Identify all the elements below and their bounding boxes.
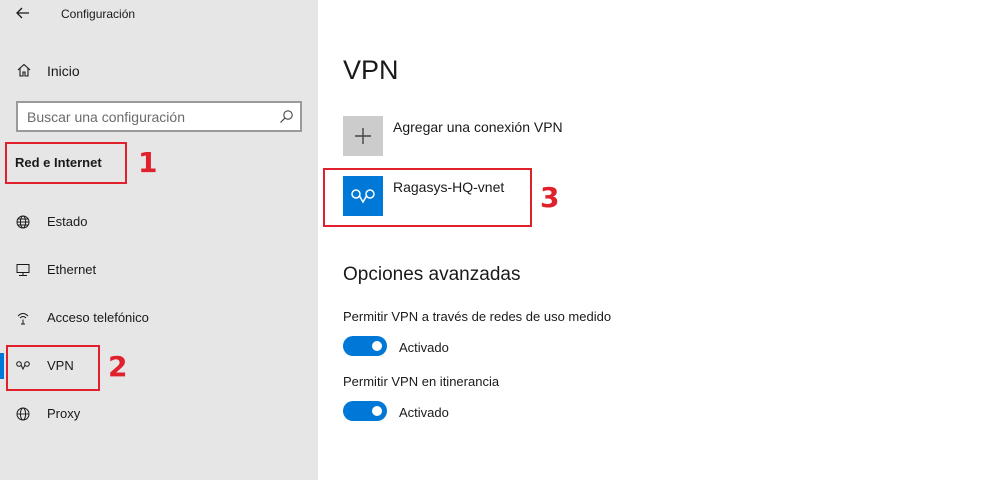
metered-networks-toggle[interactable] xyxy=(343,336,387,356)
metered-toggle-state: Activado xyxy=(399,340,449,355)
option-metered-label: Permitir VPN a través de redes de uso me… xyxy=(343,309,612,324)
nav-home-label: Inicio xyxy=(47,63,80,79)
back-arrow-icon[interactable] xyxy=(14,4,32,22)
app-title: Configuración xyxy=(61,7,136,21)
plus-icon xyxy=(355,128,371,144)
ethernet-icon xyxy=(16,264,30,276)
toggle-knob xyxy=(372,341,382,351)
sidebar-item-estado[interactable]: Estado xyxy=(0,207,318,237)
dialup-icon xyxy=(17,313,29,325)
sidebar-item-label: Estado xyxy=(47,214,88,229)
annotation-box-3 xyxy=(323,168,532,227)
sidebar-item-label: Proxy xyxy=(47,406,81,421)
option-roaming-label: Permitir VPN en itinerancia xyxy=(343,374,500,389)
nav-home[interactable]: Inicio xyxy=(0,58,318,84)
sidebar-item-label: Acceso telefónico xyxy=(47,310,149,325)
annotation-number-1: 1 xyxy=(138,146,158,179)
search-icon[interactable] xyxy=(279,109,294,124)
page-title: VPN xyxy=(343,55,399,85)
annotation-number-3: 3 xyxy=(540,181,560,214)
sidebar: Configuración Inicio Buscar una configur… xyxy=(0,0,318,480)
search-input[interactable]: Buscar una configuración xyxy=(16,101,302,132)
search-placeholder: Buscar una configuración xyxy=(27,109,185,125)
home-icon xyxy=(17,63,31,77)
main-content: VPN Agregar una conexión VPN Ragasys-HQ-… xyxy=(318,0,996,480)
title-bar: Configuración xyxy=(0,0,318,30)
sidebar-item-proxy[interactable]: Proxy xyxy=(0,399,318,429)
sidebar-item-label: Ethernet xyxy=(47,262,97,277)
annotation-box-2 xyxy=(6,345,100,391)
advanced-options-title: Opciones avanzadas xyxy=(343,264,521,285)
roaming-toggle-state: Activado xyxy=(399,405,449,420)
sidebar-item-acceso-telefonico[interactable]: Acceso telefónico xyxy=(0,303,318,333)
toggle-knob xyxy=(372,406,382,416)
add-vpn-connection-label: Agregar una conexión VPN xyxy=(393,119,563,135)
globe-icon xyxy=(16,407,30,421)
globe-status-icon xyxy=(16,215,30,229)
annotation-box-1 xyxy=(5,142,127,184)
add-vpn-connection-button[interactable]: Agregar una conexión VPN xyxy=(343,116,743,158)
sidebar-item-ethernet[interactable]: Ethernet xyxy=(0,255,318,285)
annotation-number-2: 2 xyxy=(108,350,128,383)
add-tile xyxy=(343,116,383,156)
roaming-toggle[interactable] xyxy=(343,401,387,421)
